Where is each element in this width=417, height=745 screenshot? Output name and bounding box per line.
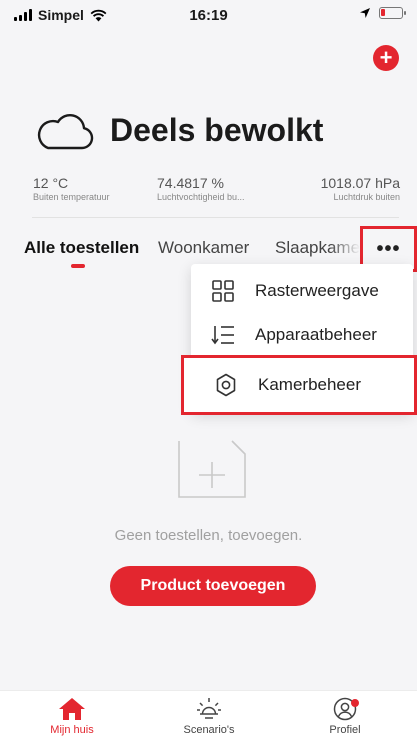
battery-icon: [379, 7, 406, 19]
stat-humidity: 74.4817 % Luchtvochtigheid bu...: [157, 175, 245, 202]
weather-title: Deels bewolkt: [110, 111, 324, 148]
menu-item-label: Kamerbeheer: [258, 375, 362, 394]
empty-device-icon: [178, 440, 246, 498]
active-tab-indicator: [71, 264, 85, 268]
menu-item-label: Apparaatbeheer: [255, 325, 377, 344]
weather-header: Deels bewolkt: [34, 110, 323, 150]
stat-label: Luchtdruk buiten: [333, 192, 400, 202]
stat-value: 1018.07 hPa: [320, 175, 400, 191]
menu-item-room-management[interactable]: Kamerbeheer: [181, 355, 417, 415]
tab-alle-toestellen[interactable]: Alle toestellen: [24, 238, 139, 258]
nav-scenarios[interactable]: Scenario's: [159, 697, 259, 736]
stat-temperature: 12 °C Buiten temperatuur: [33, 175, 110, 202]
menu-item-device-management[interactable]: Apparaatbeheer: [191, 314, 413, 356]
divider: [32, 217, 399, 218]
notification-badge: [351, 699, 359, 707]
status-bar: Simpel 16:19: [0, 0, 417, 34]
tab-woonkamer[interactable]: Woonkamer: [158, 238, 249, 258]
nav-label: Profiel: [329, 724, 361, 736]
cloud-icon: [37, 113, 94, 150]
nav-label: Scenario's: [183, 724, 235, 736]
nav-label: Mijn huis: [50, 724, 94, 736]
grid-icon: [191, 280, 255, 302]
location-arrow-icon: [360, 8, 370, 18]
sun-icon: [197, 698, 221, 719]
menu-item-label: Rasterweergave: [255, 281, 379, 300]
status-time: 16:19: [189, 7, 228, 24]
home-icon: [59, 698, 85, 720]
status-right: [359, 7, 406, 19]
stat-value: 74.4817 %: [157, 175, 224, 191]
bottom-navigation: Mijn huis Scenario's Profiel: [0, 690, 417, 745]
stat-label: Buiten temperatuur: [33, 192, 110, 202]
weather-stats: 12 °C Buiten temperatuur 74.4817 % Lucht…: [0, 175, 417, 215]
add-button[interactable]: +: [373, 45, 399, 71]
options-menu: Rasterweergave Apparaatbeheer Kamerbehee…: [181, 264, 417, 415]
stat-label: Luchtvochtigheid bu...: [157, 192, 245, 202]
menu-item-grid-view[interactable]: Rasterweergave: [191, 270, 413, 312]
empty-state-text: Geen toestellen, toevoegen.: [114, 527, 303, 544]
tab-fade: [330, 232, 360, 262]
add-product-button[interactable]: Product toevoegen: [110, 566, 316, 606]
nav-my-home[interactable]: Mijn huis: [22, 697, 122, 736]
stat-value: 12 °C: [33, 175, 69, 191]
stat-pressure: 1018.07 hPa Luchtdruk buiten: [321, 175, 400, 202]
sort-list-icon: [191, 324, 255, 346]
settings-icon: [194, 373, 258, 397]
nav-profile[interactable]: Profiel: [295, 697, 395, 736]
